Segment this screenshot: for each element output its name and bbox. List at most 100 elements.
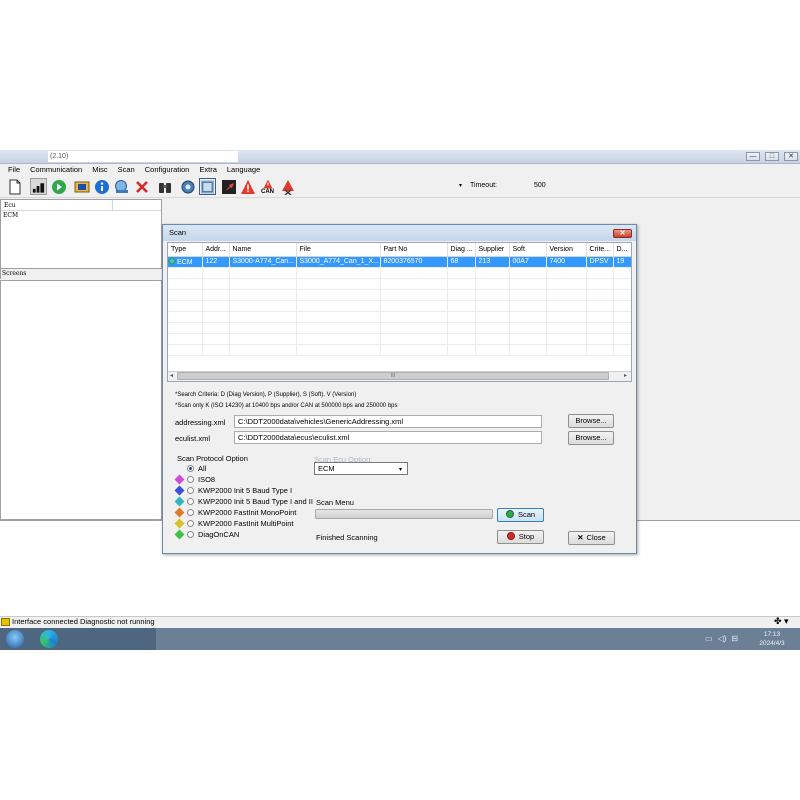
- radio-button[interactable]: [187, 487, 194, 494]
- warning-icon[interactable]: [239, 178, 256, 195]
- column-header[interactable]: Diag ...: [447, 243, 476, 257]
- timeout-value[interactable]: 500: [534, 182, 546, 189]
- ecu-column-header[interactable]: Ecu: [1, 200, 113, 211]
- scan-globe-icon[interactable]: [113, 178, 130, 195]
- scroll-right-icon[interactable]: ▸: [624, 372, 627, 379]
- menu-scan[interactable]: Scan: [113, 164, 140, 176]
- close-window-button[interactable]: ✕: [784, 152, 798, 161]
- protocol-label: DiagOnCAN: [198, 530, 240, 539]
- table-cell: 19: [613, 256, 631, 268]
- protocol-option-diagoncan[interactable]: DiagOnCAN: [174, 529, 316, 540]
- radio-button[interactable]: [187, 509, 194, 516]
- can-label: CAN: [261, 188, 274, 195]
- ecu-list-item[interactable]: ECM: [3, 212, 18, 219]
- radio-button[interactable]: [187, 520, 194, 527]
- ecu-chip-icon[interactable]: [73, 178, 90, 195]
- protocol-option-kwp-5baud-1-2[interactable]: KWP2000 Init 5 Baud Type I and II: [174, 496, 316, 507]
- menu-misc[interactable]: Misc: [87, 164, 112, 176]
- protocol-group-title: Scan Protocol Option: [177, 454, 248, 463]
- protocol-option-kwp-fast-multi[interactable]: KWP2000 FastInit MultiPoint: [174, 518, 316, 529]
- close-button[interactable]: ✕ Close: [568, 531, 615, 545]
- screens-panel: [0, 280, 162, 520]
- scan-ecu-select[interactable]: ECM: [314, 462, 408, 475]
- eculist-field[interactable]: C:\DDT2000data\ecus\eculist.xml: [234, 431, 542, 444]
- radio-button[interactable]: [187, 498, 194, 505]
- column-header[interactable]: Name: [229, 243, 297, 257]
- maximize-button[interactable]: □: [765, 152, 779, 161]
- timeout-dropdown-icon[interactable]: ▾: [459, 182, 462, 189]
- radio-button[interactable]: [187, 465, 194, 472]
- settings-gear-icon[interactable]: [179, 178, 196, 195]
- menu-file[interactable]: File: [0, 164, 25, 176]
- column-header[interactable]: Type: [168, 243, 203, 257]
- edge-browser-icon[interactable]: [40, 630, 58, 648]
- scan-progress-bar: [315, 509, 493, 519]
- network-icon[interactable]: ⊟: [731, 634, 738, 643]
- menu-configuration[interactable]: Configuration: [140, 164, 195, 176]
- protocol-label: All: [198, 464, 207, 473]
- status-menu-icon[interactable]: ✤ ▾: [774, 616, 789, 627]
- table-row[interactable]: ECM 122 S3000-A774_Can... S3000_A774_Can…: [168, 256, 631, 268]
- delete-x-icon[interactable]: [133, 178, 150, 195]
- addressing-field[interactable]: C:\DDT2000data\vehicles\GenericAddressin…: [234, 415, 542, 428]
- binoculars-icon[interactable]: [156, 178, 173, 195]
- stop-button[interactable]: Stop: [497, 530, 544, 544]
- column-header[interactable]: Crite...: [586, 243, 614, 257]
- volume-icon[interactable]: ◁): [718, 634, 727, 643]
- clock-date: 2024/4/3: [759, 640, 785, 647]
- play-icon[interactable]: [50, 178, 67, 195]
- scan-button[interactable]: Scan: [497, 508, 544, 522]
- ecu-column-header-blank: [113, 200, 161, 211]
- browse-eculist-button[interactable]: Browse...: [568, 431, 614, 445]
- column-header[interactable]: Soft: [509, 243, 547, 257]
- eculist-label: eculist.xml: [175, 434, 211, 443]
- scan-button-label: Scan: [517, 510, 536, 519]
- dialog-close-icon[interactable]: ✕: [613, 229, 632, 238]
- radio-button[interactable]: [187, 476, 194, 483]
- scan-results-table: Type Addr... Name File Part No Diag ... …: [167, 242, 632, 382]
- column-header[interactable]: Addr...: [202, 243, 230, 257]
- interface-status-icon: [1, 618, 10, 626]
- new-document-icon[interactable]: [6, 178, 23, 195]
- table-row: [168, 344, 631, 356]
- scrollbar-thumb[interactable]: III: [177, 372, 609, 380]
- keyboard-icon[interactable]: ▭: [705, 634, 713, 643]
- column-header[interactable]: Part No: [380, 243, 448, 257]
- protocol-option-all[interactable]: All: [176, 463, 316, 474]
- scan-dialog-title: Scan: [163, 225, 636, 241]
- browse-addressing-button[interactable]: Browse...: [568, 414, 614, 428]
- menu-extra[interactable]: Extra: [194, 164, 222, 176]
- cell-text: ECM: [177, 258, 193, 266]
- minimize-button[interactable]: —: [746, 152, 760, 161]
- table-cell: S3000-A774_Can...: [229, 256, 297, 268]
- close-icon: ✕: [577, 533, 584, 542]
- diagoncan-icon: [174, 529, 185, 540]
- protocol-option-kwp-fast-mono[interactable]: KWP2000 FastInit MonoPoint: [174, 507, 316, 518]
- column-header[interactable]: Version: [546, 243, 587, 257]
- start-menu-icon[interactable]: [6, 630, 24, 648]
- column-header[interactable]: D...: [613, 243, 631, 257]
- pin-icon[interactable]: [220, 178, 237, 195]
- table-row: [168, 311, 631, 323]
- scroll-left-icon[interactable]: ◂: [170, 372, 173, 379]
- menu-language[interactable]: Language: [222, 164, 265, 176]
- table-row: [168, 278, 631, 290]
- column-header[interactable]: Supplier: [475, 243, 510, 257]
- protocol-option-kwp-5baud-1[interactable]: KWP2000 Init 5 Baud Type I: [174, 485, 316, 496]
- close-button-label: Close: [586, 533, 606, 542]
- signal-bars-icon[interactable]: [30, 178, 47, 195]
- taskbar-clock[interactable]: 17:13 2024/4/3: [752, 630, 792, 648]
- clear-warning-icon[interactable]: [279, 178, 296, 195]
- protocol-option-iso8[interactable]: ISO8: [174, 474, 316, 485]
- chevron-down-icon[interactable]: ▾: [399, 466, 402, 473]
- frame-icon[interactable]: [199, 178, 216, 195]
- radio-button[interactable]: [187, 531, 194, 538]
- system-tray: ▭ ◁) ⊟: [705, 634, 738, 643]
- info-icon[interactable]: [93, 178, 110, 195]
- can-warning-icon[interactable]: CAN: [259, 178, 276, 195]
- menu-communication[interactable]: Communication: [25, 164, 87, 176]
- column-header[interactable]: File: [296, 243, 381, 257]
- window-title: (2.10): [48, 151, 238, 162]
- protocol-label: KWP2000 FastInit MultiPoint: [198, 519, 294, 528]
- table-row: [168, 267, 631, 279]
